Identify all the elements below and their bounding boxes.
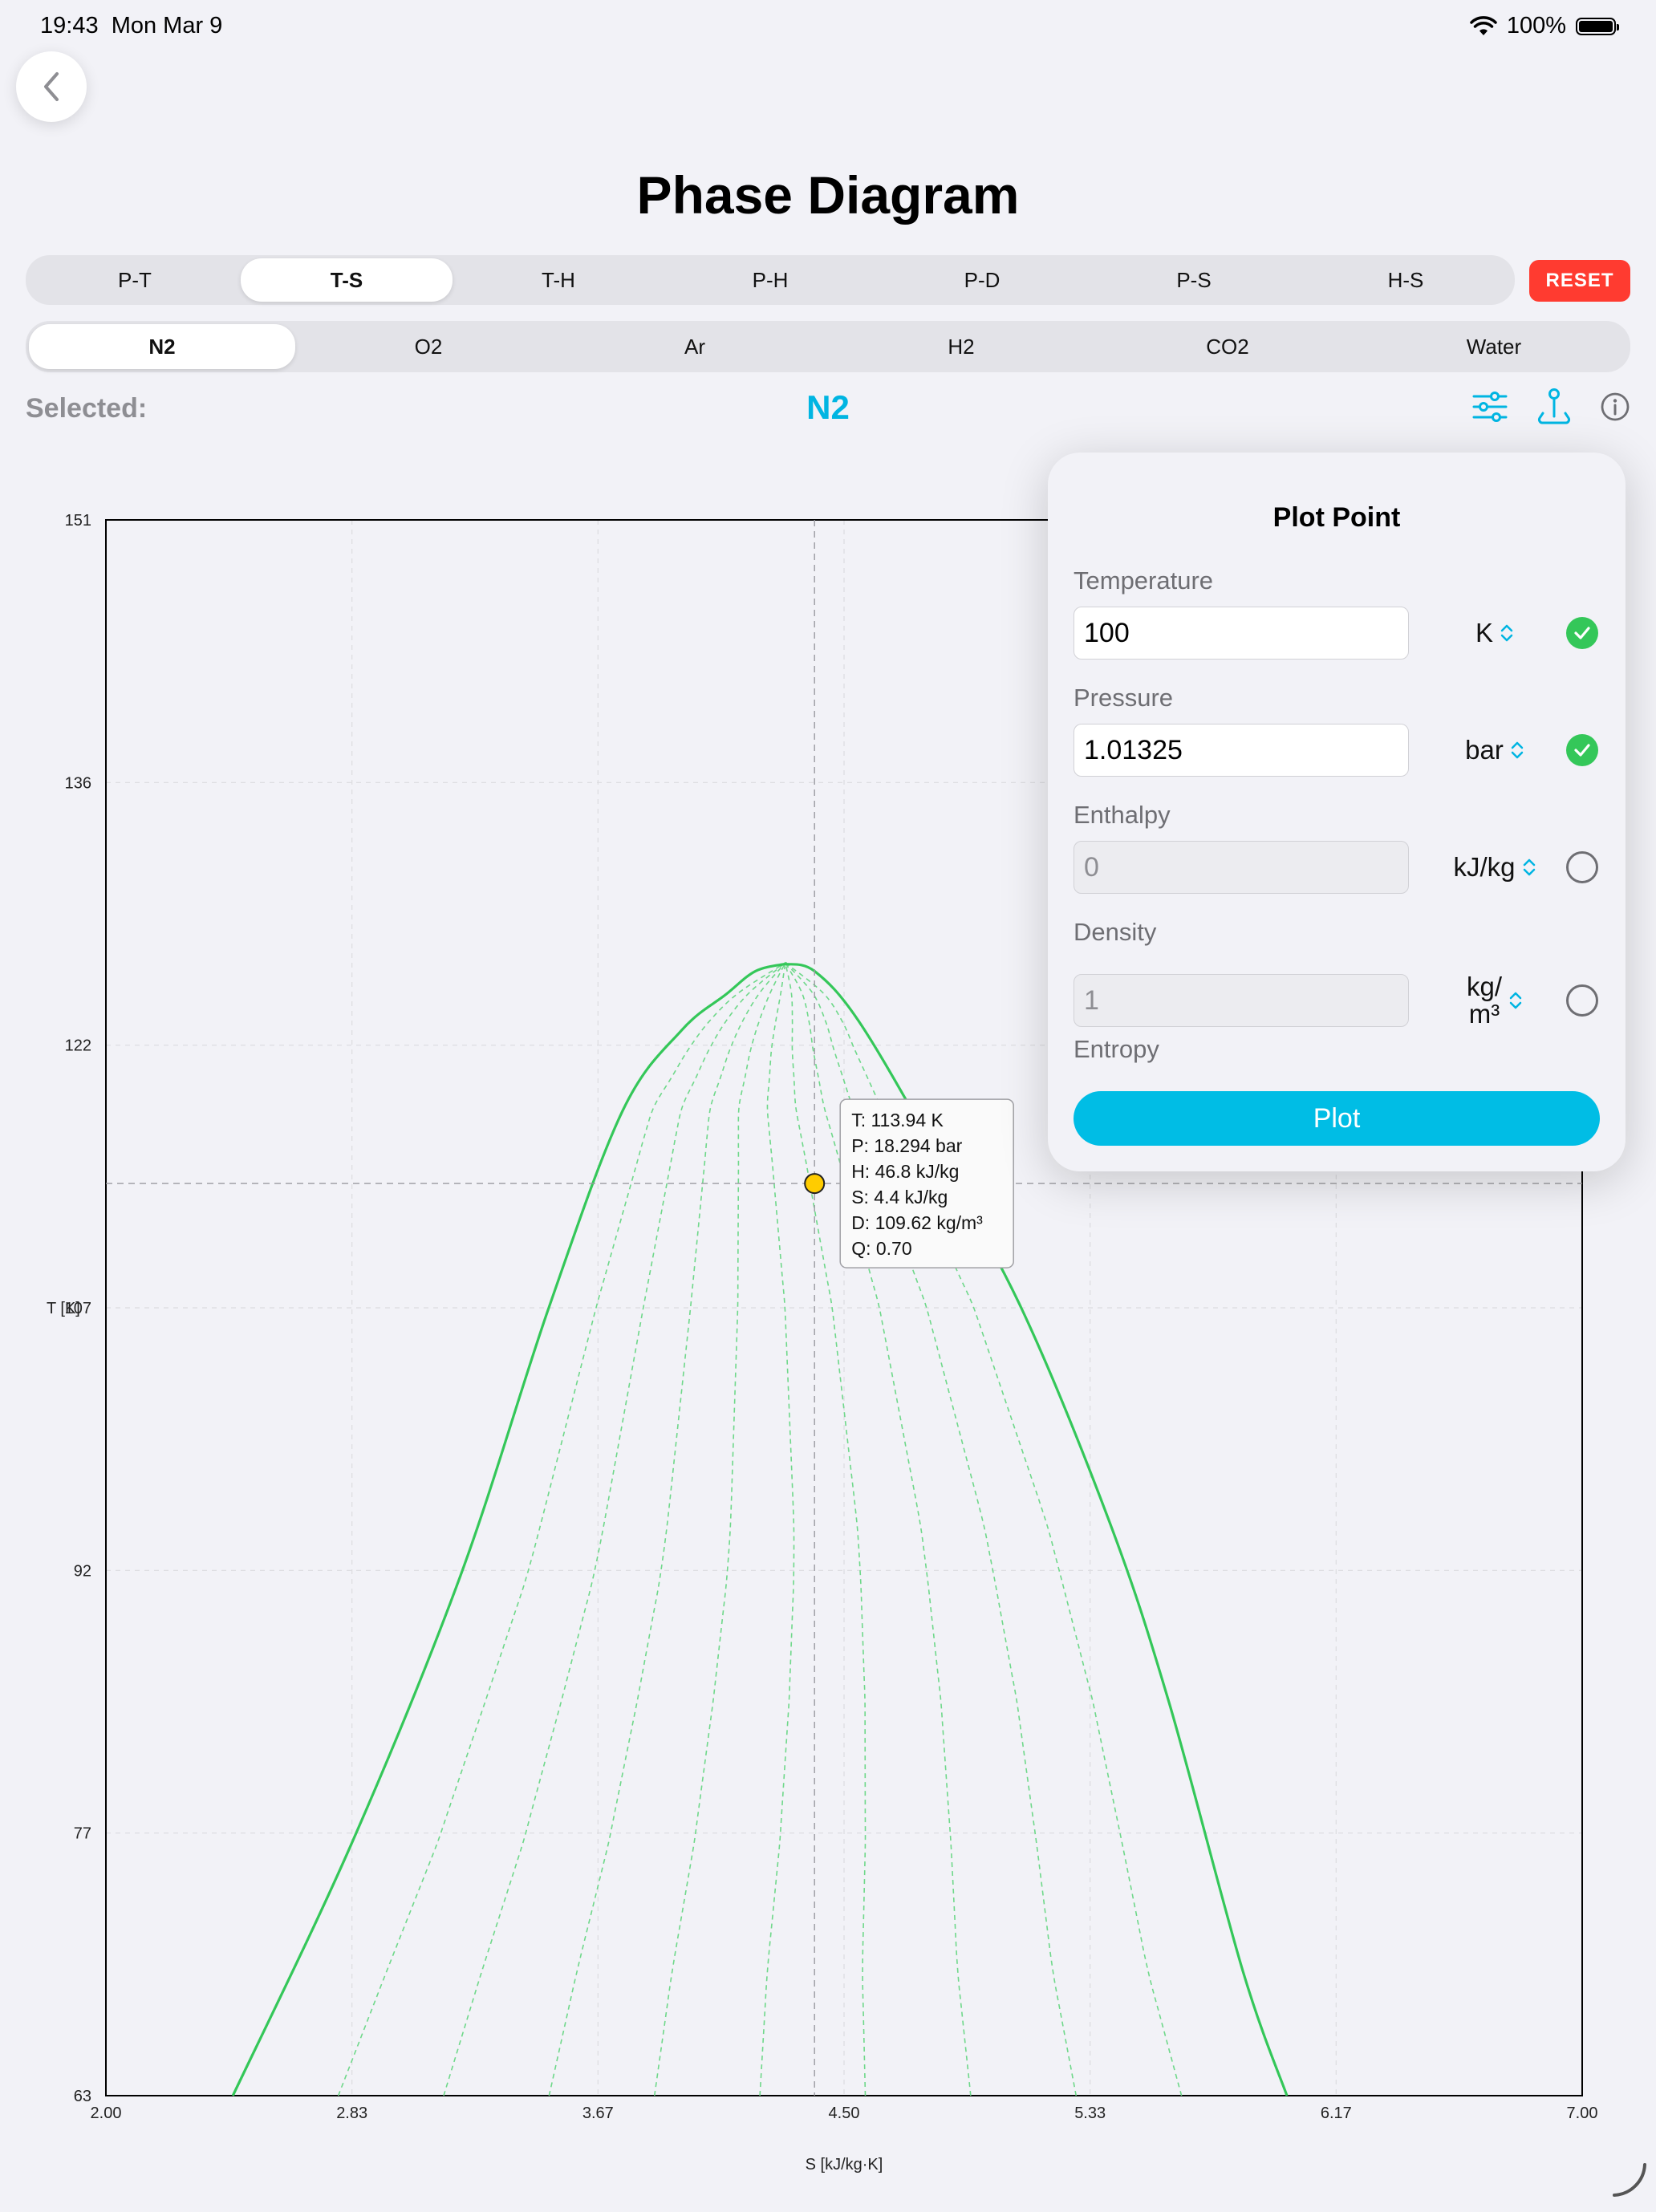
reset-button[interactable]: RESET [1529, 260, 1630, 302]
enthalpy-unit-picker[interactable]: kJ/kg [1419, 841, 1571, 894]
tab-co2[interactable]: CO2 [1094, 324, 1361, 369]
y-axis-label: T [K] [47, 1300, 80, 1317]
enthalpy-input[interactable]: 0 [1074, 841, 1409, 894]
popover-arrow [1540, 433, 1582, 454]
pressure-input[interactable]: 1.01325 [1074, 724, 1409, 777]
tab-h-s[interactable]: H-S [1300, 258, 1512, 302]
checkmark-icon [1574, 744, 1590, 757]
density-unit-picker[interactable]: kg/ m³ [1419, 966, 1571, 1035]
tab-t-s[interactable]: T-S [241, 258, 453, 302]
status-time-date: 19:43 Mon Mar 9 [40, 13, 222, 39]
x-tick-label: 2.00 [91, 2104, 122, 2122]
x-tick-label: 3.67 [582, 2104, 614, 2122]
tooltip-line: H: 46.8 kJ/kg [851, 1161, 959, 1182]
temperature-label: Temperature [1074, 566, 1214, 595]
y-tick-label: 63 [74, 2088, 91, 2105]
x-tick-label: 6.17 [1321, 2104, 1352, 2122]
tab-t-h[interactable]: T-H [453, 258, 664, 302]
chevron-updown-icon [1508, 990, 1523, 1011]
popover-title: Plot Point [1272, 502, 1401, 533]
temperature-checkbox[interactable] [1566, 617, 1598, 649]
wifi-icon [1470, 15, 1497, 35]
y-tick-label: 136 [65, 774, 91, 792]
y-tick-label: 151 [65, 512, 91, 530]
temperature-input[interactable]: 100 [1074, 607, 1409, 660]
diagram-type-tabs: P-T T-S T-H P-H P-D P-S H-S [26, 255, 1515, 305]
density-unit: kg/ m³ [1467, 973, 1502, 1028]
status-right: 100% [1470, 13, 1619, 39]
status-date: Mon Mar 9 [111, 13, 223, 39]
chevron-updown-icon [1510, 740, 1524, 761]
entropy-label: Entropy [1074, 1035, 1159, 1063]
density-label: Density [1074, 918, 1157, 946]
page-title: Phase Diagram [636, 165, 1020, 225]
tab-p-t[interactable]: P-T [29, 258, 241, 302]
x-tick-label: 4.50 [829, 2104, 860, 2122]
battery-percent: 100% [1506, 13, 1566, 39]
x-axis-label: S [kJ/kg·K] [806, 2156, 883, 2173]
chevron-updown-icon [1522, 857, 1536, 878]
status-time: 19:43 [40, 13, 99, 39]
tooltip-line: D: 109.62 kg/m³ [851, 1212, 983, 1233]
tooltip-line: S: 4.4 kJ/kg [851, 1187, 948, 1207]
tab-o2[interactable]: O2 [295, 324, 562, 369]
pressure-checkbox[interactable] [1566, 734, 1598, 766]
tab-h2[interactable]: H2 [828, 324, 1094, 369]
y-tick-label: 77 [74, 1825, 91, 1843]
enthalpy-checkbox[interactable] [1566, 851, 1598, 883]
tab-n2[interactable]: N2 [29, 324, 295, 369]
y-tick-label: 122 [65, 1037, 91, 1055]
sliders-icon [1472, 392, 1508, 422]
x-tick-label: 7.00 [1567, 2104, 1598, 2122]
tab-ar[interactable]: Ar [562, 324, 828, 369]
battery-icon [1576, 17, 1619, 35]
density-checkbox[interactable] [1566, 984, 1598, 1017]
x-tick-label: 5.33 [1074, 2104, 1106, 2122]
settings-button[interactable] [1470, 387, 1510, 427]
pressure-unit-picker[interactable]: bar [1419, 724, 1571, 777]
density-unit-line1: kg/ [1466, 972, 1503, 1001]
tab-p-s[interactable]: P-S [1088, 258, 1300, 302]
tooltip-line: P: 18.294 bar [851, 1135, 962, 1156]
x-tick-label: 2.83 [336, 2104, 367, 2122]
back-button[interactable] [16, 51, 87, 122]
selected-fluid: N2 [806, 388, 850, 426]
tooltip-line: Q: 0.70 [851, 1238, 911, 1259]
temperature-unit-picker[interactable]: K [1419, 607, 1571, 660]
pressure-label: Pressure [1074, 684, 1174, 712]
enthalpy-unit: kJ/kg [1453, 852, 1516, 882]
temperature-unit: K [1475, 618, 1493, 647]
status-bar: 19:43 Mon Mar 9 100% [0, 0, 1656, 51]
plot-point-button[interactable] [1534, 387, 1574, 427]
enthalpy-label: Enthalpy [1074, 801, 1171, 829]
home-indicator-icon [1613, 2163, 1646, 2197]
tooltip-line: T: 113.94 K [851, 1110, 944, 1130]
info-button[interactable] [1595, 387, 1635, 427]
fluid-tabs: N2 O2 Ar H2 CO2 Water [26, 321, 1630, 372]
info-icon [1601, 392, 1630, 421]
density-unit-line2: m³ [1468, 999, 1500, 1029]
y-tick-label: 92 [74, 1562, 91, 1580]
joystick-pin-icon [1537, 388, 1571, 424]
density-input[interactable]: 1 [1074, 974, 1409, 1027]
chevron-left-icon [44, 72, 59, 101]
tab-p-d[interactable]: P-D [876, 258, 1088, 302]
plot-button[interactable]: Plot [1074, 1091, 1600, 1146]
tab-p-h[interactable]: P-H [664, 258, 876, 302]
plot-point-popover: Plot Point Temperature 100 K Pressure 1.… [1048, 453, 1626, 1171]
tab-water[interactable]: Water [1361, 324, 1627, 369]
plotted-point-marker [804, 1173, 826, 1195]
checkmark-icon [1574, 627, 1590, 639]
pressure-unit: bar [1465, 735, 1504, 765]
chevron-updown-icon [1500, 623, 1514, 643]
